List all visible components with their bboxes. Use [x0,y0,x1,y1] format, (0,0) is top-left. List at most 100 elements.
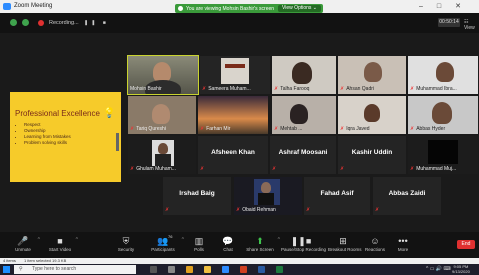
reactions-icon: ☺ [370,236,380,246]
participant-display-name: Kashir Uddin [351,149,393,156]
end-meeting-button[interactable]: End [457,240,475,249]
participant-name: ✗ Ghulam Muham... [130,166,176,172]
video-tile[interactable]: ✗ Mehtab ... [272,96,336,134]
zoom-app-icon[interactable] [222,266,229,273]
start-video-button[interactable]: ■ Start Video ^ [48,235,78,252]
chevron-up-icon[interactable]: ^ [38,237,40,243]
participant-name: ✗ Tariq Qureshi [130,126,166,132]
video-tile[interactable]: ✗ Muhammad Ibra... [408,56,478,94]
system-tray[interactable]: ^ ▭ 🔊 ⌨ [426,266,451,272]
more-icon: ••• [398,236,408,246]
chevron-up-icon[interactable]: ^ [278,237,280,243]
muted-mic-icon: ✗ [274,126,279,132]
video-tile[interactable]: ✗ Abbas Hyder [408,96,478,134]
unmute-button[interactable]: 🎤 Unmute ^ [12,235,40,252]
excel-icon[interactable] [276,266,283,273]
participant-name: ✗ Ahsan Qadri [340,86,374,92]
breakout-icon: ⊞ [339,236,347,246]
polls-button[interactable]: ▥ Polls [190,235,208,252]
muted-mic-icon: ✗ [202,86,207,92]
muted-mic-icon: ✗ [200,126,205,132]
video-tile-active-speaker[interactable]: Mohsin Bashir [127,55,199,95]
video-tile[interactable]: ✗ Ghulam Muham... [128,136,196,174]
video-tile[interactable]: ✗ Muhammad Muj... [408,136,478,174]
participant-name: ✗ Abbas Hyder [410,126,446,132]
video-tile-camera-off[interactable]: Afsheen Khan ✗ [198,136,268,174]
office-app-icon[interactable] [168,266,175,273]
meeting-info-icon[interactable] [10,19,17,26]
breakout-rooms-button[interactable]: ⊞ Breakout Rooms [328,235,362,252]
record-icon: ❚❚■ [290,236,312,246]
view-button[interactable]: ☷ View [464,19,479,31]
windows-icon[interactable] [3,266,10,273]
video-tile-camera-off[interactable]: Abbas Zaidi ✗ [373,177,441,215]
video-tile[interactable]: ✗ Tariq Qureshi [128,96,196,134]
reactions-button[interactable]: ☺ Reactions [364,235,386,252]
muted-mic-icon: ✗ [340,166,345,172]
chat-icon: 💬 [222,236,234,246]
chevron-up-icon[interactable]: ^ [182,237,184,243]
taskbar-clock[interactable]: 9:05 PM 9/13/2020 [452,264,470,274]
share-screen-icon: ⬆ [256,236,264,246]
muted-mic-icon: ✗ [272,166,277,172]
video-tile[interactable]: ✗ Iqra Javed [338,96,406,134]
participant-name: ✗ Talha Farooq [274,86,310,92]
zoom-logo-icon [3,3,11,10]
muted-mic-icon: ✗ [340,86,345,92]
word-icon[interactable] [258,266,265,273]
muted-mic-icon: ✗ [200,166,205,172]
view-options-button[interactable]: View Options ⌄ [278,5,321,12]
meeting-top-bar: Recording... ❚❚ ■ 00:50:14 ☷ View [0,13,479,33]
window-controls[interactable]: –□✕ [419,2,475,10]
video-tile[interactable]: ✗ Obaid Rehman [234,177,302,215]
participants-icon: 👥 [157,236,169,246]
video-tile-camera-off[interactable]: Fahad Asif ✗ [304,177,370,215]
participant-name: ✗ Iqra Javed [340,126,370,132]
polls-icon: ▥ [194,236,204,246]
slide-bullet: Respect [24,122,71,127]
participant-name: ✗ Obaid Rehman [236,207,276,213]
more-button[interactable]: ••• More [394,235,412,252]
slide-bullet: Ownership [24,128,71,133]
participant-name: ✗ Muhammad Ibra... [410,86,457,92]
participant-name: Mohsin Bashir [130,86,162,92]
slide-bullet: Learning from Mistakes [24,134,71,139]
encryption-shield-icon[interactable] [22,19,29,26]
slide-title: Professional Excellence [15,109,100,118]
shield-icon: ⛨ [122,236,130,246]
video-tile[interactable]: ✗ Talha Farooq [272,56,336,94]
security-button[interactable]: ⛨ Security [115,235,137,252]
recording-controls[interactable]: ❚❚ ■ [84,20,109,26]
lightbulb-icon: 💡 [103,108,116,119]
video-tile-camera-off[interactable]: Kashir Uddin ✗ [338,136,406,174]
chevron-up-icon[interactable]: ^ [76,237,78,243]
muted-mic-icon: ✗ [410,166,415,172]
muted-mic-icon: ✗ [236,207,241,213]
participant-name: ✗ Muhammad Muj... [410,166,457,172]
video-tile[interactable]: ✗ Sameera Muham... [200,56,270,94]
muted-mic-icon: ✗ [340,126,345,132]
chrome-icon[interactable] [186,266,193,273]
share-screen-button[interactable]: ⬆ Share Screen ^ [246,235,280,252]
file-explorer-icon[interactable] [204,266,211,273]
shared-screen-slide: Professional Excellence 💡 Respect Owners… [10,92,121,182]
muted-mic-icon: ✗ [410,86,415,92]
pause-stop-recording-button[interactable]: ❚❚■ Pause/Stop Recording [281,235,326,252]
taskbar-search-box[interactable]: ⚲ Type here to search [14,265,136,274]
powerpoint-icon[interactable] [240,266,247,273]
video-tile[interactable]: ✗ Ahsan Qadri [338,56,406,94]
chat-button[interactable]: 💬 Chat [219,235,237,252]
video-tile[interactable]: ✗ Farhan Mir [198,96,268,134]
search-placeholder: Type here to search [32,266,77,272]
participant-name: ✗ Sameera Muham... [202,86,251,92]
video-tile-camera-off[interactable]: Ashraf Moosani ✗ [270,136,336,174]
video-tile-camera-off[interactable]: Irshad Baig ✗ [163,177,231,215]
task-view-icon[interactable] [150,266,157,273]
participant-display-name: Irshad Baig [179,190,215,197]
panel-splitter[interactable] [116,133,119,151]
participants-count: 76 [168,234,173,239]
muted-mic-icon: ✗ [165,207,170,213]
search-icon: ⚲ [19,266,23,272]
recording-status: Recording... [49,20,79,26]
participants-button[interactable]: 👥 76 Participants ^ [148,234,184,252]
